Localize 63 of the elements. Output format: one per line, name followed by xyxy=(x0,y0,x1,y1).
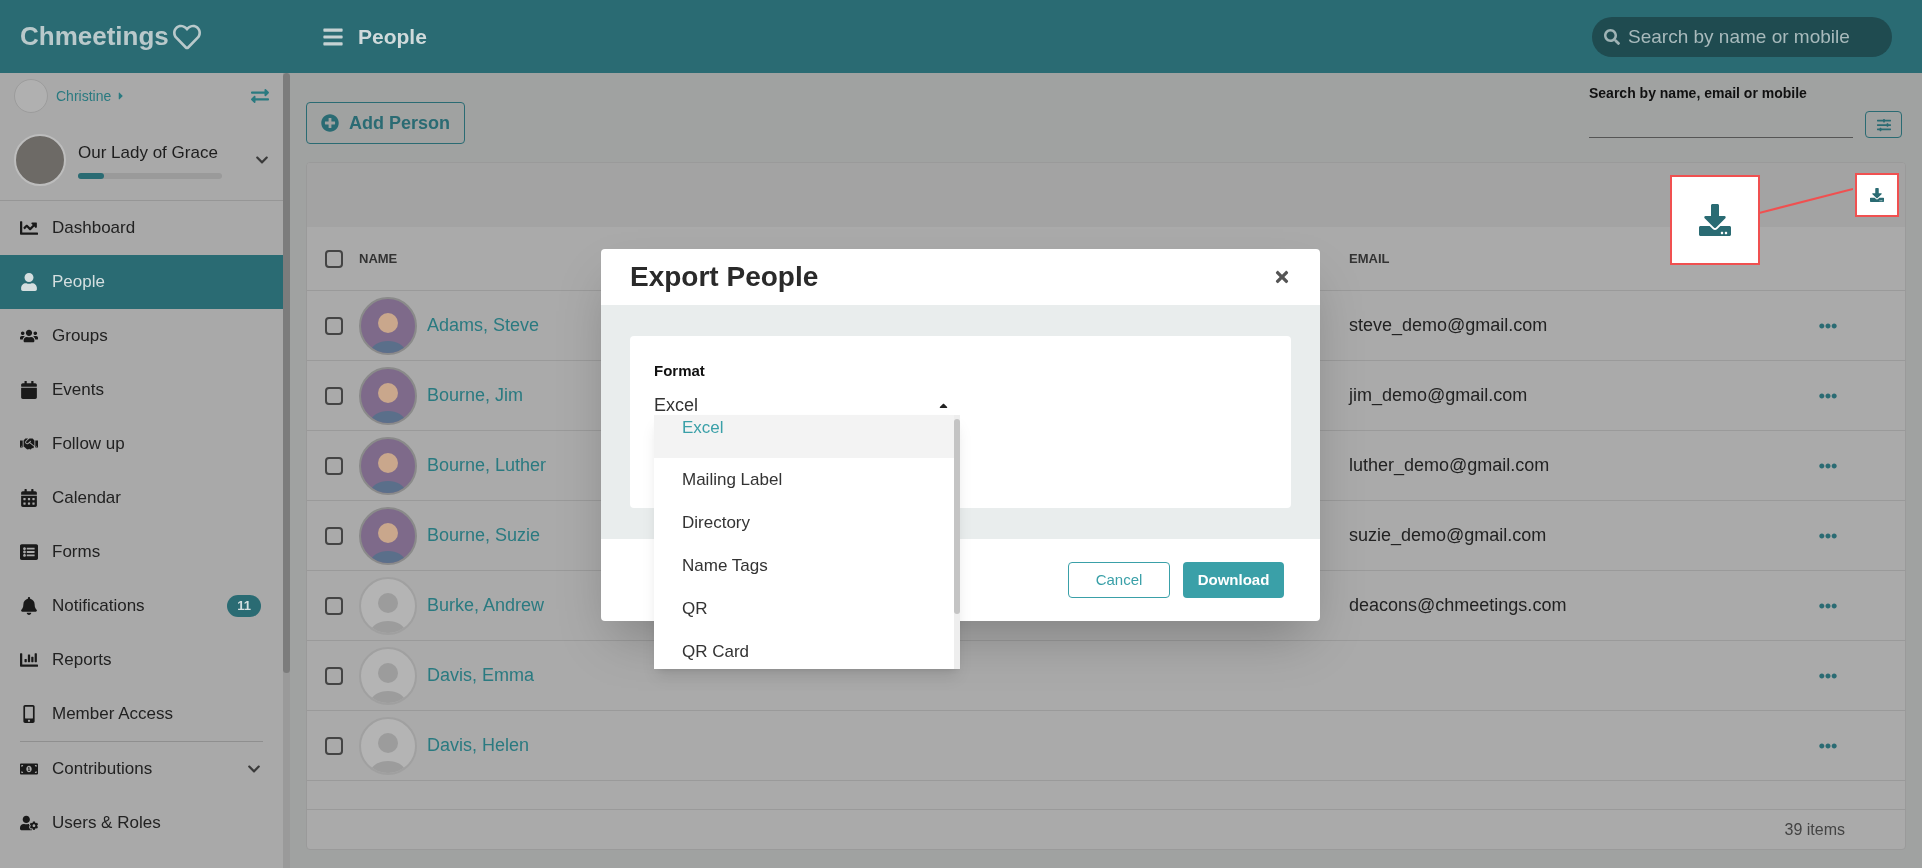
column-header: EMAIL xyxy=(1349,249,1390,268)
count-badge: 11 xyxy=(227,595,261,617)
select-all-checkbox[interactable] xyxy=(325,249,343,268)
row-checkbox[interactable] xyxy=(325,596,343,615)
list-icon xyxy=(20,543,38,561)
swap-icon[interactable] xyxy=(251,87,269,105)
plus-icon xyxy=(321,114,339,132)
sidebar-item[interactable]: Groups xyxy=(0,309,283,363)
sidebar-item[interactable]: Notifications 11 xyxy=(0,579,283,633)
sidebar-scrollbar[interactable] xyxy=(283,73,290,868)
heart-logo-icon xyxy=(172,22,201,51)
sliders-icon xyxy=(1876,117,1891,132)
email-cell-text: luther_demo@gmail.com xyxy=(1349,454,1551,478)
row-checkbox[interactable] xyxy=(325,456,343,475)
sidebar-item[interactable]: Member Access xyxy=(0,687,283,741)
dropdown-option[interactable]: QR xyxy=(654,587,954,630)
download-icon xyxy=(1870,188,1884,202)
organization-name: Our Lady of Grace xyxy=(78,141,219,164)
calendar-grid-icon xyxy=(20,489,38,507)
email-cell-text: steve_demo@gmail.com xyxy=(1349,314,1549,338)
item-count: 39 items xyxy=(1784,819,1845,840)
search-field[interactable]: Search by name or mobile xyxy=(1592,16,1892,57)
sidebar-item[interactable]: Reports xyxy=(0,633,283,687)
close-icon[interactable] xyxy=(1273,268,1291,286)
sidebar-item[interactable]: Contributions xyxy=(0,742,283,796)
people-icon xyxy=(20,327,38,345)
sidebar-item[interactable]: Events xyxy=(0,363,283,417)
row-checkbox[interactable] xyxy=(325,386,343,405)
page-title: People xyxy=(358,23,427,50)
column-header: NAME xyxy=(359,249,399,268)
dropdown-option[interactable]: Directory xyxy=(654,501,954,544)
calendar-icon xyxy=(20,381,38,399)
filter-button[interactable] xyxy=(1865,111,1902,138)
field-label: Format xyxy=(654,361,706,381)
search-icon xyxy=(1604,28,1620,45)
bell-icon xyxy=(20,597,38,615)
organization-photo-placeholder xyxy=(14,133,66,186)
sidebar-item[interactable]: Calendar xyxy=(0,471,283,525)
list-scrollbar[interactable] xyxy=(954,415,960,669)
email-cell-text: deacons@chmeetings.com xyxy=(1349,594,1568,617)
sidebar-item[interactable]: Follow up xyxy=(0,417,283,471)
logo-text: Chmeetings xyxy=(20,20,169,53)
bar-chart-icon xyxy=(20,651,38,669)
row-checkbox[interactable] xyxy=(325,526,343,545)
chart-icon xyxy=(20,219,38,237)
row-checkbox[interactable] xyxy=(325,736,343,755)
sidebar-item[interactable]: Forms xyxy=(0,525,283,579)
sidebar-item[interactable]: Users & Roles xyxy=(0,796,283,850)
email-cell-text: jim_demo@gmail.com xyxy=(1349,384,1529,408)
person-icon xyxy=(20,273,38,291)
user-cog-icon xyxy=(20,814,38,832)
sidebar-item[interactable]: People xyxy=(0,255,283,309)
phone-icon xyxy=(20,705,38,723)
download-icon xyxy=(1699,204,1731,236)
dropdown-option[interactable]: Mailing Label xyxy=(654,458,954,501)
download-button[interactable] xyxy=(1855,173,1899,217)
row-checkbox[interactable] xyxy=(325,316,343,335)
search-label: Search by name, email or mobile xyxy=(1589,84,1808,103)
dialog-title: Export People xyxy=(630,260,819,294)
email-cell-text: suzie_demo@gmail.com xyxy=(1349,524,1548,548)
row-checkbox[interactable] xyxy=(325,666,343,685)
sidebar-item[interactable]: Dashboard xyxy=(0,201,283,255)
dropdown-option[interactable]: Name Tags xyxy=(654,544,954,587)
